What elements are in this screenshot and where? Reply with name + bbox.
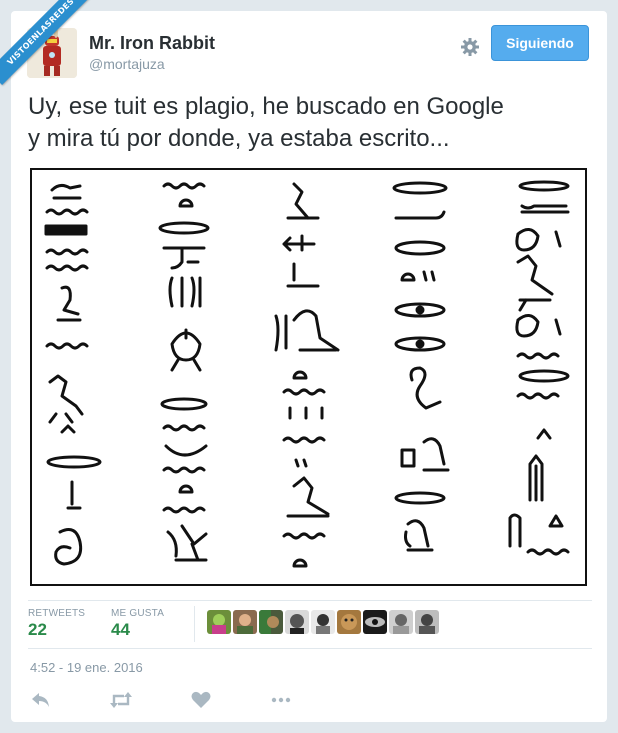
liker-avatar[interactable] bbox=[285, 610, 309, 634]
likes-count[interactable]: 44 bbox=[111, 620, 130, 640]
liker-avatar[interactable] bbox=[259, 610, 283, 634]
retweets-count[interactable]: 22 bbox=[28, 620, 47, 640]
tweet-text-line-2: y mira tú por donde, ya estaba escrito..… bbox=[28, 125, 450, 152]
stats-divider bbox=[194, 606, 195, 642]
following-button[interactable]: Siguiendo bbox=[491, 25, 589, 61]
tweet-media-hieroglyphs[interactable] bbox=[30, 168, 587, 586]
more-icon[interactable] bbox=[270, 691, 292, 709]
divider-bottom bbox=[28, 648, 592, 649]
author-handle[interactable]: @mortajuza bbox=[89, 56, 165, 72]
tweet-text-line-1: Uy, ese tuit es plagio, he buscado en Go… bbox=[28, 93, 504, 120]
liker-avatar[interactable] bbox=[337, 610, 361, 634]
liker-avatar[interactable] bbox=[233, 610, 257, 634]
retweet-icon[interactable] bbox=[109, 691, 132, 709]
tweet-card: Mr. Iron Rabbit @mortajuza Siguiendo Uy,… bbox=[10, 10, 608, 723]
like-icon[interactable] bbox=[191, 691, 213, 709]
liker-avatar[interactable] bbox=[415, 610, 439, 634]
tweet-timestamp[interactable]: 4:52 - 19 ene. 2016 bbox=[30, 660, 143, 675]
tweet-text: Uy, ese tuit es plagio, he buscado en Go… bbox=[28, 91, 593, 155]
liker-avatar[interactable] bbox=[311, 610, 335, 634]
liker-avatar[interactable] bbox=[363, 610, 387, 634]
author-name[interactable]: Mr. Iron Rabbit bbox=[89, 33, 215, 54]
gear-icon[interactable] bbox=[459, 36, 481, 58]
hieroglyphs-image bbox=[44, 180, 570, 568]
divider-top bbox=[28, 600, 592, 601]
likes-label[interactable]: ME GUSTA bbox=[111, 608, 164, 619]
retweets-label[interactable]: RETWEETS bbox=[28, 608, 85, 619]
liker-avatar[interactable] bbox=[389, 610, 413, 634]
reply-icon[interactable] bbox=[30, 691, 52, 709]
liker-avatar[interactable] bbox=[207, 610, 231, 634]
